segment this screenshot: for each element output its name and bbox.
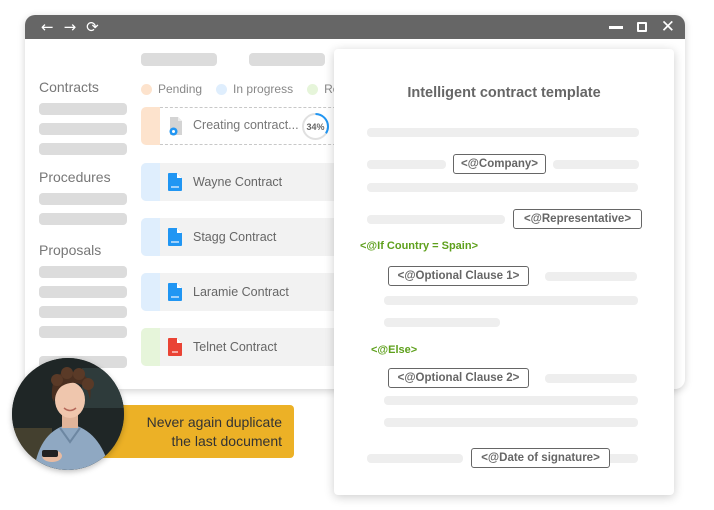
sidebar-item[interactable]: [39, 266, 127, 278]
representative-field-tag[interactable]: <@Representative>: [513, 209, 642, 229]
back-icon[interactable]: ←: [41, 15, 54, 39]
tab-placeholder[interactable]: [141, 53, 217, 66]
tab-placeholder[interactable]: [249, 53, 325, 66]
sidebar-item[interactable]: [39, 193, 127, 205]
optional-clause-2-tag[interactable]: <@Optional Clause 2>: [388, 368, 529, 388]
creating-contract-label: Creating contract...: [193, 118, 299, 132]
title-bar: ← → ⟳ ✕: [25, 15, 685, 39]
sidebar-item[interactable]: [39, 143, 127, 155]
legend-label: In progress: [233, 82, 294, 96]
text-line-placeholder: [545, 374, 637, 383]
text-line-placeholder: [553, 160, 639, 169]
sidebar-heading-contracts[interactable]: Contracts: [39, 79, 99, 95]
contract-label: Wayne Contract: [193, 175, 283, 189]
pending-dot-icon: [141, 83, 152, 95]
ready-dot-icon: [307, 83, 319, 95]
close-icon[interactable]: ✕: [661, 18, 675, 36]
contract-template-document: Intelligent contract template <@Company>…: [334, 49, 674, 495]
contract-label: Stagg Contract: [193, 230, 277, 244]
company-field-tag[interactable]: <@Company>: [453, 154, 546, 174]
contract-row-wayne[interactable]: Wayne Contract: [141, 163, 341, 201]
avatar: [12, 358, 124, 470]
sidebar-heading-proposals[interactable]: Proposals: [39, 242, 101, 258]
status-strip-ready: [141, 328, 160, 366]
status-strip-in-progress: [141, 218, 160, 256]
if-condition-tag[interactable]: <@If Country = Spain>: [360, 240, 478, 252]
pdf-file-icon: [168, 338, 182, 356]
minimize-icon: [608, 25, 623, 29]
status-strip-in-progress: [141, 163, 160, 201]
template-title: Intelligent contract template: [407, 85, 601, 101]
sidebar-item[interactable]: [39, 286, 127, 298]
contract-row-stagg[interactable]: Stagg Contract: [141, 218, 341, 256]
contract-row-laramie[interactable]: Laramie Contract: [141, 273, 341, 311]
text-line-placeholder: [606, 454, 638, 463]
text-line-placeholder: [367, 454, 463, 463]
reload-icon[interactable]: ⟳: [86, 15, 99, 39]
sidebar-heading-procedures[interactable]: Procedures: [39, 169, 111, 185]
optional-clause-1-tag[interactable]: <@Optional Clause 1>: [388, 266, 529, 286]
contract-label: Laramie Contract: [193, 285, 289, 299]
contract-row-telnet[interactable]: Telnet Contract: [141, 328, 341, 366]
status-strip-in-progress: [141, 273, 160, 311]
creating-contract-row[interactable]: Creating contract... 34%: [141, 107, 341, 145]
text-line-placeholder: [384, 418, 638, 427]
text-line-placeholder: [367, 183, 638, 192]
window-controls: ✕: [608, 18, 675, 36]
docx-file-icon: [168, 283, 182, 301]
person-photo-icon: [12, 358, 124, 470]
docx-file-icon: [168, 173, 182, 191]
promo-callout: Never again duplicate the last document: [100, 405, 294, 458]
text-line-placeholder: [367, 215, 505, 224]
contract-label: Telnet Contract: [193, 340, 278, 354]
else-condition-tag[interactable]: <@Else>: [371, 344, 417, 356]
progress-percent: 34%: [306, 121, 325, 132]
docx-file-icon: [168, 228, 182, 246]
text-line-placeholder: [384, 296, 638, 305]
forward-icon[interactable]: →: [64, 15, 77, 39]
text-line-placeholder: [384, 318, 500, 327]
sidebar-item[interactable]: [39, 123, 127, 135]
legend-in-progress: In progress: [216, 82, 293, 96]
callout-line-2: the last document: [171, 432, 282, 449]
in-progress-dot-icon: [216, 83, 228, 95]
sidebar-item[interactable]: [39, 326, 127, 338]
legend-pending: Pending: [141, 82, 202, 96]
sidebar-item[interactable]: [39, 103, 127, 115]
sidebar-item[interactable]: [39, 306, 127, 318]
text-line-placeholder: [384, 396, 638, 405]
generating-document-icon: [169, 117, 183, 136]
callout-line-1: Never again duplicate: [146, 413, 282, 430]
status-strip-pending: [141, 107, 160, 145]
legend-label: Pending: [158, 82, 203, 96]
status-legend: Pending In progress Re: [141, 82, 339, 96]
text-line-placeholder: [545, 272, 637, 281]
sidebar-item[interactable]: [39, 213, 127, 225]
text-line-placeholder: [367, 128, 639, 137]
minimize-button[interactable]: [608, 25, 623, 29]
text-line-placeholder: [367, 160, 446, 169]
maximize-icon: [636, 22, 647, 32]
maximize-button[interactable]: [636, 22, 647, 32]
date-of-signature-tag[interactable]: <@Date of signature>: [471, 448, 610, 468]
